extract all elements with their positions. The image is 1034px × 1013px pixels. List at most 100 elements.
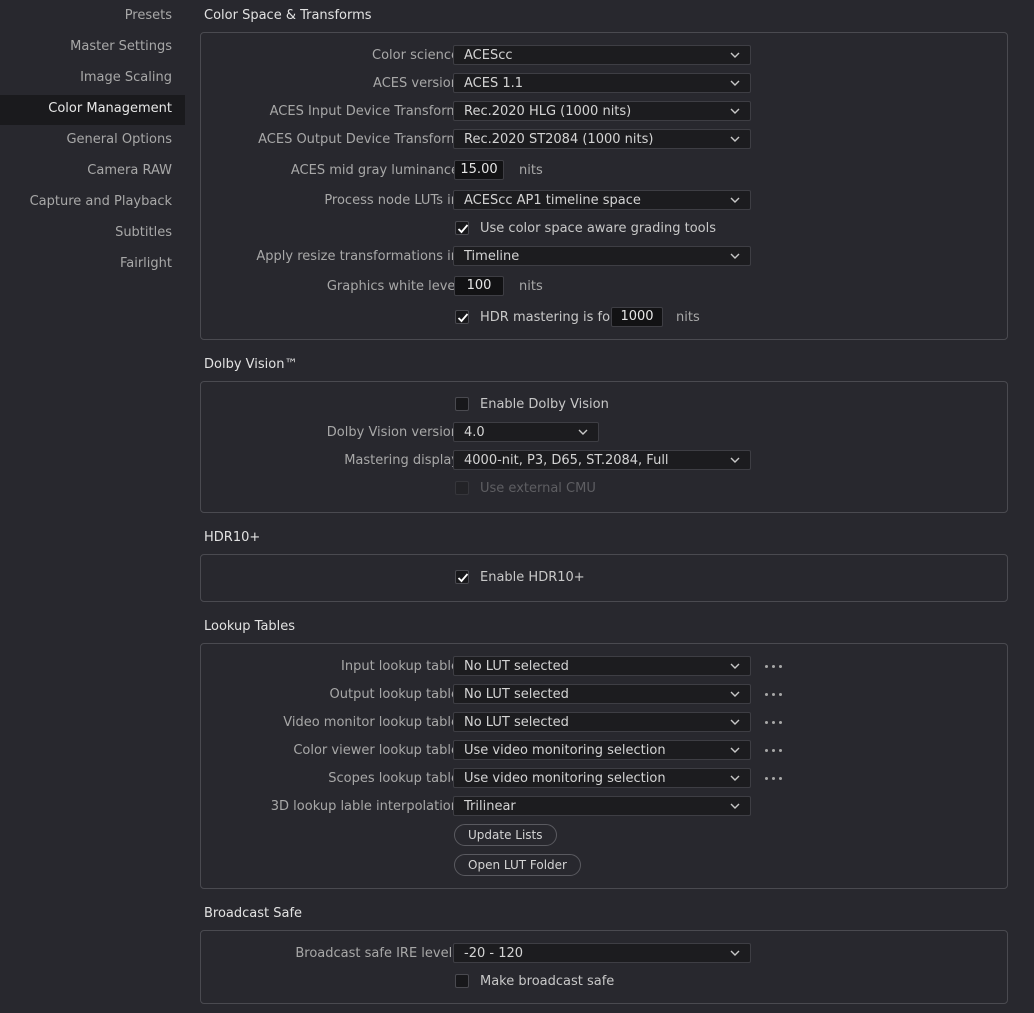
- input-transform-row: ACES Input Device Transform Rec.2020 HLG…: [201, 101, 1007, 123]
- more-dots-icon[interactable]: [765, 658, 785, 674]
- mid-gray-input[interactable]: 15.00: [454, 160, 504, 180]
- hdr-mastering-row: HDR mastering is for 1000 nits: [201, 307, 1007, 329]
- checkmark-icon: [457, 573, 469, 583]
- update-lists-button[interactable]: Update Lists: [454, 824, 557, 846]
- interpolation-value: Trilinear: [464, 799, 516, 814]
- more-dots-icon[interactable]: [765, 714, 785, 730]
- video-monitor-lut-dropdown[interactable]: No LUT selected: [453, 712, 751, 732]
- enable-hdr10-row: Enable HDR10+: [201, 567, 1007, 589]
- sidebar-item-fairlight[interactable]: Fairlight: [120, 252, 172, 276]
- scopes-lut-value: Use video monitoring selection: [464, 771, 666, 786]
- sidebar-item-general-options[interactable]: General Options: [66, 128, 172, 152]
- sidebar-item-camera-raw[interactable]: Camera RAW: [87, 159, 172, 183]
- sidebar-item-subtitles[interactable]: Subtitles: [115, 221, 172, 245]
- sidebar-item-capture-and-playback[interactable]: Capture and Playback: [30, 190, 172, 214]
- section-title-dolby: Dolby Vision™: [204, 357, 298, 372]
- more-dots-icon[interactable]: [765, 742, 785, 758]
- color-viewer-lut-label: Color viewer lookup table: [293, 743, 459, 758]
- video-monitor-lut-value: No LUT selected: [464, 715, 569, 730]
- chevron-down-icon: [730, 663, 740, 669]
- checkmark-icon: [457, 224, 469, 234]
- process-node-row: Process node LUTs in ACEScc AP1 timeline…: [201, 190, 1007, 212]
- sidebar-item-presets[interactable]: Presets: [125, 4, 172, 28]
- make-safe-label: Make broadcast safe: [480, 974, 615, 989]
- dolby-panel: Enable Dolby Vision Dolby Vision version…: [200, 381, 1008, 513]
- color-space-panel: Color science ACEScc ACES version ACES 1…: [200, 32, 1008, 340]
- scopes-lut-row: Scopes lookup table Use video monitoring…: [201, 768, 1007, 790]
- mastering-display-dropdown[interactable]: 4000-nit, P3, D65, ST.2084, Full: [453, 450, 751, 470]
- color-viewer-lut-dropdown[interactable]: Use video monitoring selection: [453, 740, 751, 760]
- graphics-white-row: Graphics white level 100 nits: [201, 276, 1007, 298]
- output-transform-value: Rec.2020 ST2084 (1000 nits): [464, 132, 654, 147]
- chevron-down-icon: [730, 775, 740, 781]
- process-node-dropdown[interactable]: ACEScc AP1 timeline space: [453, 190, 751, 210]
- chevron-down-icon: [730, 747, 740, 753]
- mid-gray-label: ACES mid gray luminance: [290, 163, 459, 178]
- chevron-down-icon: [730, 108, 740, 114]
- output-lut-dropdown[interactable]: No LUT selected: [453, 684, 751, 704]
- output-transform-label: ACES Output Device Transform: [258, 132, 459, 147]
- interpolation-row: 3D lookup lable interpolation Trilinear: [201, 796, 1007, 818]
- output-lut-row: Output lookup table No LUT selected: [201, 684, 1007, 706]
- color-science-dropdown[interactable]: ACEScc: [453, 45, 751, 65]
- chevron-down-icon: [730, 950, 740, 956]
- output-transform-row: ACES Output Device Transform Rec.2020 ST…: [201, 129, 1007, 151]
- ire-levels-dropdown[interactable]: -20 - 120: [453, 943, 751, 963]
- scopes-lut-dropdown[interactable]: Use video monitoring selection: [453, 768, 751, 788]
- process-node-label: Process node LUTs in: [324, 193, 459, 208]
- sidebar-item-master-settings[interactable]: Master Settings: [70, 35, 172, 59]
- output-lut-label: Output lookup table: [329, 687, 460, 702]
- settings-main: Color Space & Transforms Color science A…: [186, 0, 1034, 1013]
- ire-levels-label: Broadcast safe IRE levels: [295, 946, 459, 961]
- sidebar-item-color-management[interactable]: Color Management: [0, 95, 185, 125]
- grading-tools-row: Use color space aware grading tools: [201, 218, 1007, 240]
- process-node-value: ACEScc AP1 timeline space: [464, 193, 641, 208]
- aces-version-dropdown[interactable]: ACES 1.1: [453, 73, 751, 93]
- hdr-mastering-input[interactable]: 1000: [611, 307, 663, 327]
- section-title-broadcast: Broadcast Safe: [204, 906, 303, 921]
- color-science-label: Color science: [372, 48, 459, 63]
- graphics-white-unit: nits: [519, 279, 543, 294]
- enable-dolby-label: Enable Dolby Vision: [480, 397, 609, 412]
- dolby-version-row: Dolby Vision version 4.0: [201, 422, 1007, 444]
- section-title-hdr10: HDR10+: [204, 530, 261, 545]
- sidebar-item-image-scaling[interactable]: Image Scaling: [80, 66, 172, 90]
- input-lut-label: Input lookup table: [341, 659, 459, 674]
- enable-hdr10-checkbox[interactable]: [455, 570, 469, 584]
- input-lut-dropdown[interactable]: No LUT selected: [453, 656, 751, 676]
- resize-dropdown[interactable]: Timeline: [453, 246, 751, 266]
- external-cmu-row: Use external CMU: [201, 478, 1007, 500]
- input-transform-dropdown[interactable]: Rec.2020 HLG (1000 nits): [453, 101, 751, 121]
- luts-panel: Input lookup table No LUT selected Outpu…: [200, 643, 1008, 889]
- graphics-white-input[interactable]: 100: [454, 276, 504, 296]
- more-dots-icon[interactable]: [765, 770, 785, 786]
- chevron-down-icon: [730, 80, 740, 86]
- dolby-version-dropdown[interactable]: 4.0: [453, 422, 599, 442]
- video-monitor-lut-row: Video monitor lookup table No LUT select…: [201, 712, 1007, 734]
- make-safe-checkbox[interactable]: [455, 974, 469, 988]
- mastering-display-value: 4000-nit, P3, D65, ST.2084, Full: [464, 453, 669, 468]
- input-lut-value: No LUT selected: [464, 659, 569, 674]
- dolby-version-value: 4.0: [464, 425, 485, 440]
- graphics-white-label: Graphics white level: [326, 279, 459, 294]
- hdr-mastering-unit: nits: [676, 310, 700, 325]
- hdr-mastering-checkbox[interactable]: [455, 310, 469, 324]
- grading-tools-checkbox[interactable]: [455, 221, 469, 235]
- chevron-down-icon: [730, 197, 740, 203]
- mastering-display-label: Mastering display: [344, 453, 459, 468]
- open-lut-folder-button[interactable]: Open LUT Folder: [454, 854, 581, 876]
- ire-levels-row: Broadcast safe IRE levels -20 - 120: [201, 943, 1007, 965]
- ire-levels-value: -20 - 120: [464, 946, 524, 961]
- color-science-value: ACEScc: [464, 48, 513, 63]
- resize-row: Apply resize transformations in Timeline: [201, 246, 1007, 268]
- aces-version-label: ACES version: [373, 76, 459, 91]
- scopes-lut-label: Scopes lookup table: [328, 771, 459, 786]
- output-transform-dropdown[interactable]: Rec.2020 ST2084 (1000 nits): [453, 129, 751, 149]
- interpolation-dropdown[interactable]: Trilinear: [453, 796, 751, 816]
- broadcast-panel: Broadcast safe IRE levels -20 - 120 Make…: [200, 930, 1008, 1004]
- enable-dolby-checkbox[interactable]: [455, 397, 469, 411]
- more-dots-icon[interactable]: [765, 686, 785, 702]
- hdr10-panel: Enable HDR10+: [200, 554, 1008, 602]
- color-viewer-lut-value: Use video monitoring selection: [464, 743, 666, 758]
- color-science-row: Color science ACEScc: [201, 45, 1007, 67]
